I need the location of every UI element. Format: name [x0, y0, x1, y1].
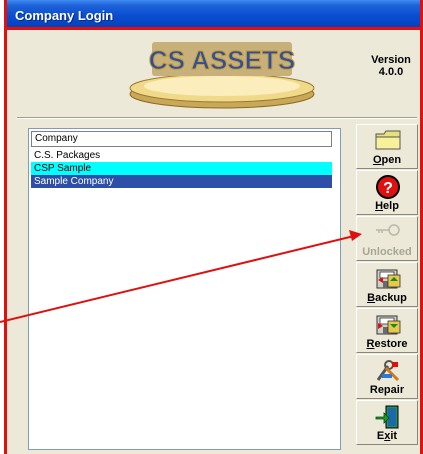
annotation-arrow [0, 230, 362, 323]
